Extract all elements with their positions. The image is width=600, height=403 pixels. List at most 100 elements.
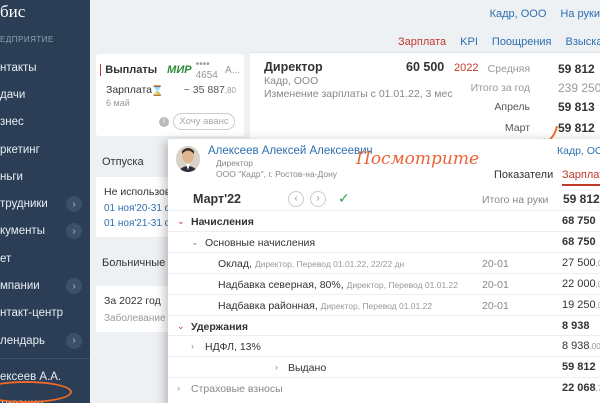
payroll-row[interactable]: › НДФЛ, 13% 8 938,00 <box>168 335 600 356</box>
payroll-row[interactable]: ⌄ Начисления 68 750 <box>168 210 600 231</box>
payroll-row[interactable]: Надбавка районная, Директор, Перевод 01.… <box>168 294 600 315</box>
payment-amount: ~ 35 887,80 <box>183 84 236 96</box>
chevron-right-icon[interactable]: › <box>275 362 278 372</box>
position-org: Кадр, ООО <box>264 75 319 87</box>
payroll-row-label: Оклад, Директор, Перевод 01.01.22, 22/22… <box>218 258 405 270</box>
sidebar-item-label: нтакты <box>0 61 37 74</box>
card-number[interactable]: •••• 4654 <box>196 59 221 81</box>
company-link[interactable]: Кадр, ООО <box>490 8 547 20</box>
payroll-row-value: 8 938 <box>562 320 590 332</box>
payroll-row-label: Удержания <box>191 321 248 333</box>
chevron-right-icon[interactable]: › <box>66 196 82 213</box>
sick-card[interactable]: За 2022 год Заболевание <box>96 286 174 332</box>
chevron-down-icon[interactable]: ⌄ <box>177 216 185 227</box>
tab-salary[interactable]: Зарплата <box>562 169 600 186</box>
sidebar-item-label: знес <box>0 116 24 129</box>
chevron-right-icon[interactable]: › <box>191 341 194 351</box>
payroll-row[interactable]: Оклад, Директор, Перевод 01.01.22, 22/22… <box>168 252 600 273</box>
sidebar-item[interactable]: дачи <box>0 81 90 108</box>
prev-period-button[interactable]: ‹ <box>288 191 304 207</box>
account-code: 20-01 <box>482 279 509 291</box>
payroll-row-value: 22 000,00 <box>562 278 600 290</box>
popup-company-link[interactable]: Кадр, ООО <box>557 145 600 157</box>
chevron-right-icon[interactable]: › <box>177 383 180 393</box>
sidebar-item-label: ркетинг <box>0 143 40 156</box>
chevron-right-icon[interactable]: › <box>66 223 82 240</box>
chevron-right-icon[interactable]: › <box>66 332 82 349</box>
chevron-right-icon[interactable]: › <box>66 278 82 295</box>
chevron-down-icon[interactable]: ⌄ <box>191 237 199 248</box>
hint-text: Посмотрите <box>356 149 480 169</box>
payroll-row[interactable]: ⌄ Удержания 8 938 <box>168 315 600 336</box>
card-more[interactable]: А... <box>225 65 240 76</box>
payroll-row-value: 68 750 <box>562 236 596 248</box>
sidebar-item-label: лендарь <box>0 334 45 347</box>
avatar <box>176 146 200 172</box>
sidebar-item-label: ньги <box>0 170 23 183</box>
payment-date: 6 май <box>106 98 130 108</box>
sidebar-item[interactable]: ркетинг <box>0 136 90 163</box>
sidebar-item[interactable]: нтакты <box>0 54 90 81</box>
topbar: Кадр, ООО На руки <box>490 8 600 20</box>
payment-row[interactable]: Зарплата 6 май <box>106 84 152 108</box>
hourglass-icon: ⌛ <box>151 86 164 97</box>
stat-label: Средняя <box>487 63 530 75</box>
employee-org: ООО "Кадр", г. Ростов-на-Дону <box>216 169 338 179</box>
check-icon: ✓ <box>338 190 350 206</box>
payments-marker <box>100 64 102 76</box>
on-hand-link[interactable]: На руки <box>560 8 600 20</box>
payroll-row-label: Надбавка районная, Директор, Перевод 01.… <box>218 300 433 312</box>
sick-title: За 2022 год <box>104 295 161 307</box>
payroll-row[interactable]: › Страховые взносы 22 068,7 <box>168 377 600 398</box>
sidebar-item[interactable]: ет <box>0 245 90 272</box>
payroll-row-value: 68 750 <box>562 215 596 227</box>
payroll-row-value: 19 250,00 <box>562 299 600 311</box>
chevron-down-icon[interactable]: ⌄ <box>177 321 185 332</box>
info-icon[interactable]: i <box>159 117 169 127</box>
payroll-row[interactable]: ⌄ Основные начисления 68 750 <box>168 231 600 252</box>
net-pay-value: 59 812 <box>563 192 600 206</box>
sidebar-divider <box>0 358 90 360</box>
payroll-row-label: Страховые взносы <box>191 383 283 395</box>
year-selector[interactable]: 2022 <box>454 62 478 74</box>
payroll-row[interactable]: › Выдано 59 812 <box>168 356 600 377</box>
sidebar-item[interactable]: ньги <box>0 163 90 190</box>
sidebar: бис ЕДПРИЯТИЕ нтакты дачи знес ркетинг ньги т… <box>0 0 90 403</box>
sidebar-item[interactable]: лендарь › <box>0 327 90 354</box>
sidebar-nav: нтакты дачи знес ркетинг ньги трудники › кумент… <box>0 54 90 403</box>
employee-name[interactable]: Алексеев Алексей Алексеевич <box>208 145 373 157</box>
net-pay-label: Итого на руки <box>482 194 549 206</box>
vacation-period-link[interactable]: 01 ноя'20-31 о <box>104 203 170 214</box>
org-subtitle: ЕДПРИЯТИЕ <box>0 35 54 44</box>
employee-role: Директор <box>216 158 254 168</box>
sidebar-item[interactable]: мпании › <box>0 272 90 299</box>
tab-indicators[interactable]: Показатели <box>494 169 553 184</box>
payroll-row-label: НДФЛ, 13% <box>205 341 261 353</box>
sidebar-item-label: мпании <box>0 280 40 293</box>
payments-card: Выплаты МИР •••• 4654 А... Зарплата 6 ма… <box>96 54 244 136</box>
vacation-title: Не использова <box>104 186 177 198</box>
next-period-button[interactable]: › <box>310 191 326 207</box>
sidebar-item[interactable]: нтакт-центр <box>0 300 90 327</box>
salary-change-note: Изменение зарплаты с 01.01.22, 3 мес <box>264 88 453 100</box>
payroll-row-value: 8 938,00 <box>562 340 600 352</box>
period-label: Март'22 <box>193 192 241 206</box>
position-title: Директор <box>264 60 323 74</box>
sidebar-item[interactable]: знес <box>0 109 90 136</box>
stat-value: 59 812 <box>558 62 595 76</box>
vacation-card: Не использова 01 ноя'20-31 о 01 ноя'21-3… <box>96 177 177 237</box>
payroll-row[interactable]: Надбавка северная, 80%, Директор, Перево… <box>168 273 600 294</box>
payments-header: Выплаты МИР •••• 4654 А... <box>96 54 244 81</box>
sidebar-item-label: кументы <box>0 225 45 238</box>
advance-button[interactable]: Хочу аванс <box>173 113 235 130</box>
sidebar-item[interactable]: трудники › <box>0 190 90 217</box>
salary-detail-popup: Алексеев Алексей Алексеевич Директор ООО… <box>168 139 600 403</box>
account-code: 20-01 <box>482 300 509 312</box>
stat-value: 239 250 <box>558 81 600 95</box>
stat-value: 59 813 <box>558 100 595 114</box>
payroll-row-label: Выдано <box>288 362 327 374</box>
sidebar-item[interactable]: кументы › <box>0 218 90 245</box>
vacation-period-link[interactable]: 01 ноя'21-31 о <box>104 218 170 229</box>
sick-subtitle: Заболевание <box>104 313 166 324</box>
payroll-row-label: Начисления <box>191 216 254 228</box>
